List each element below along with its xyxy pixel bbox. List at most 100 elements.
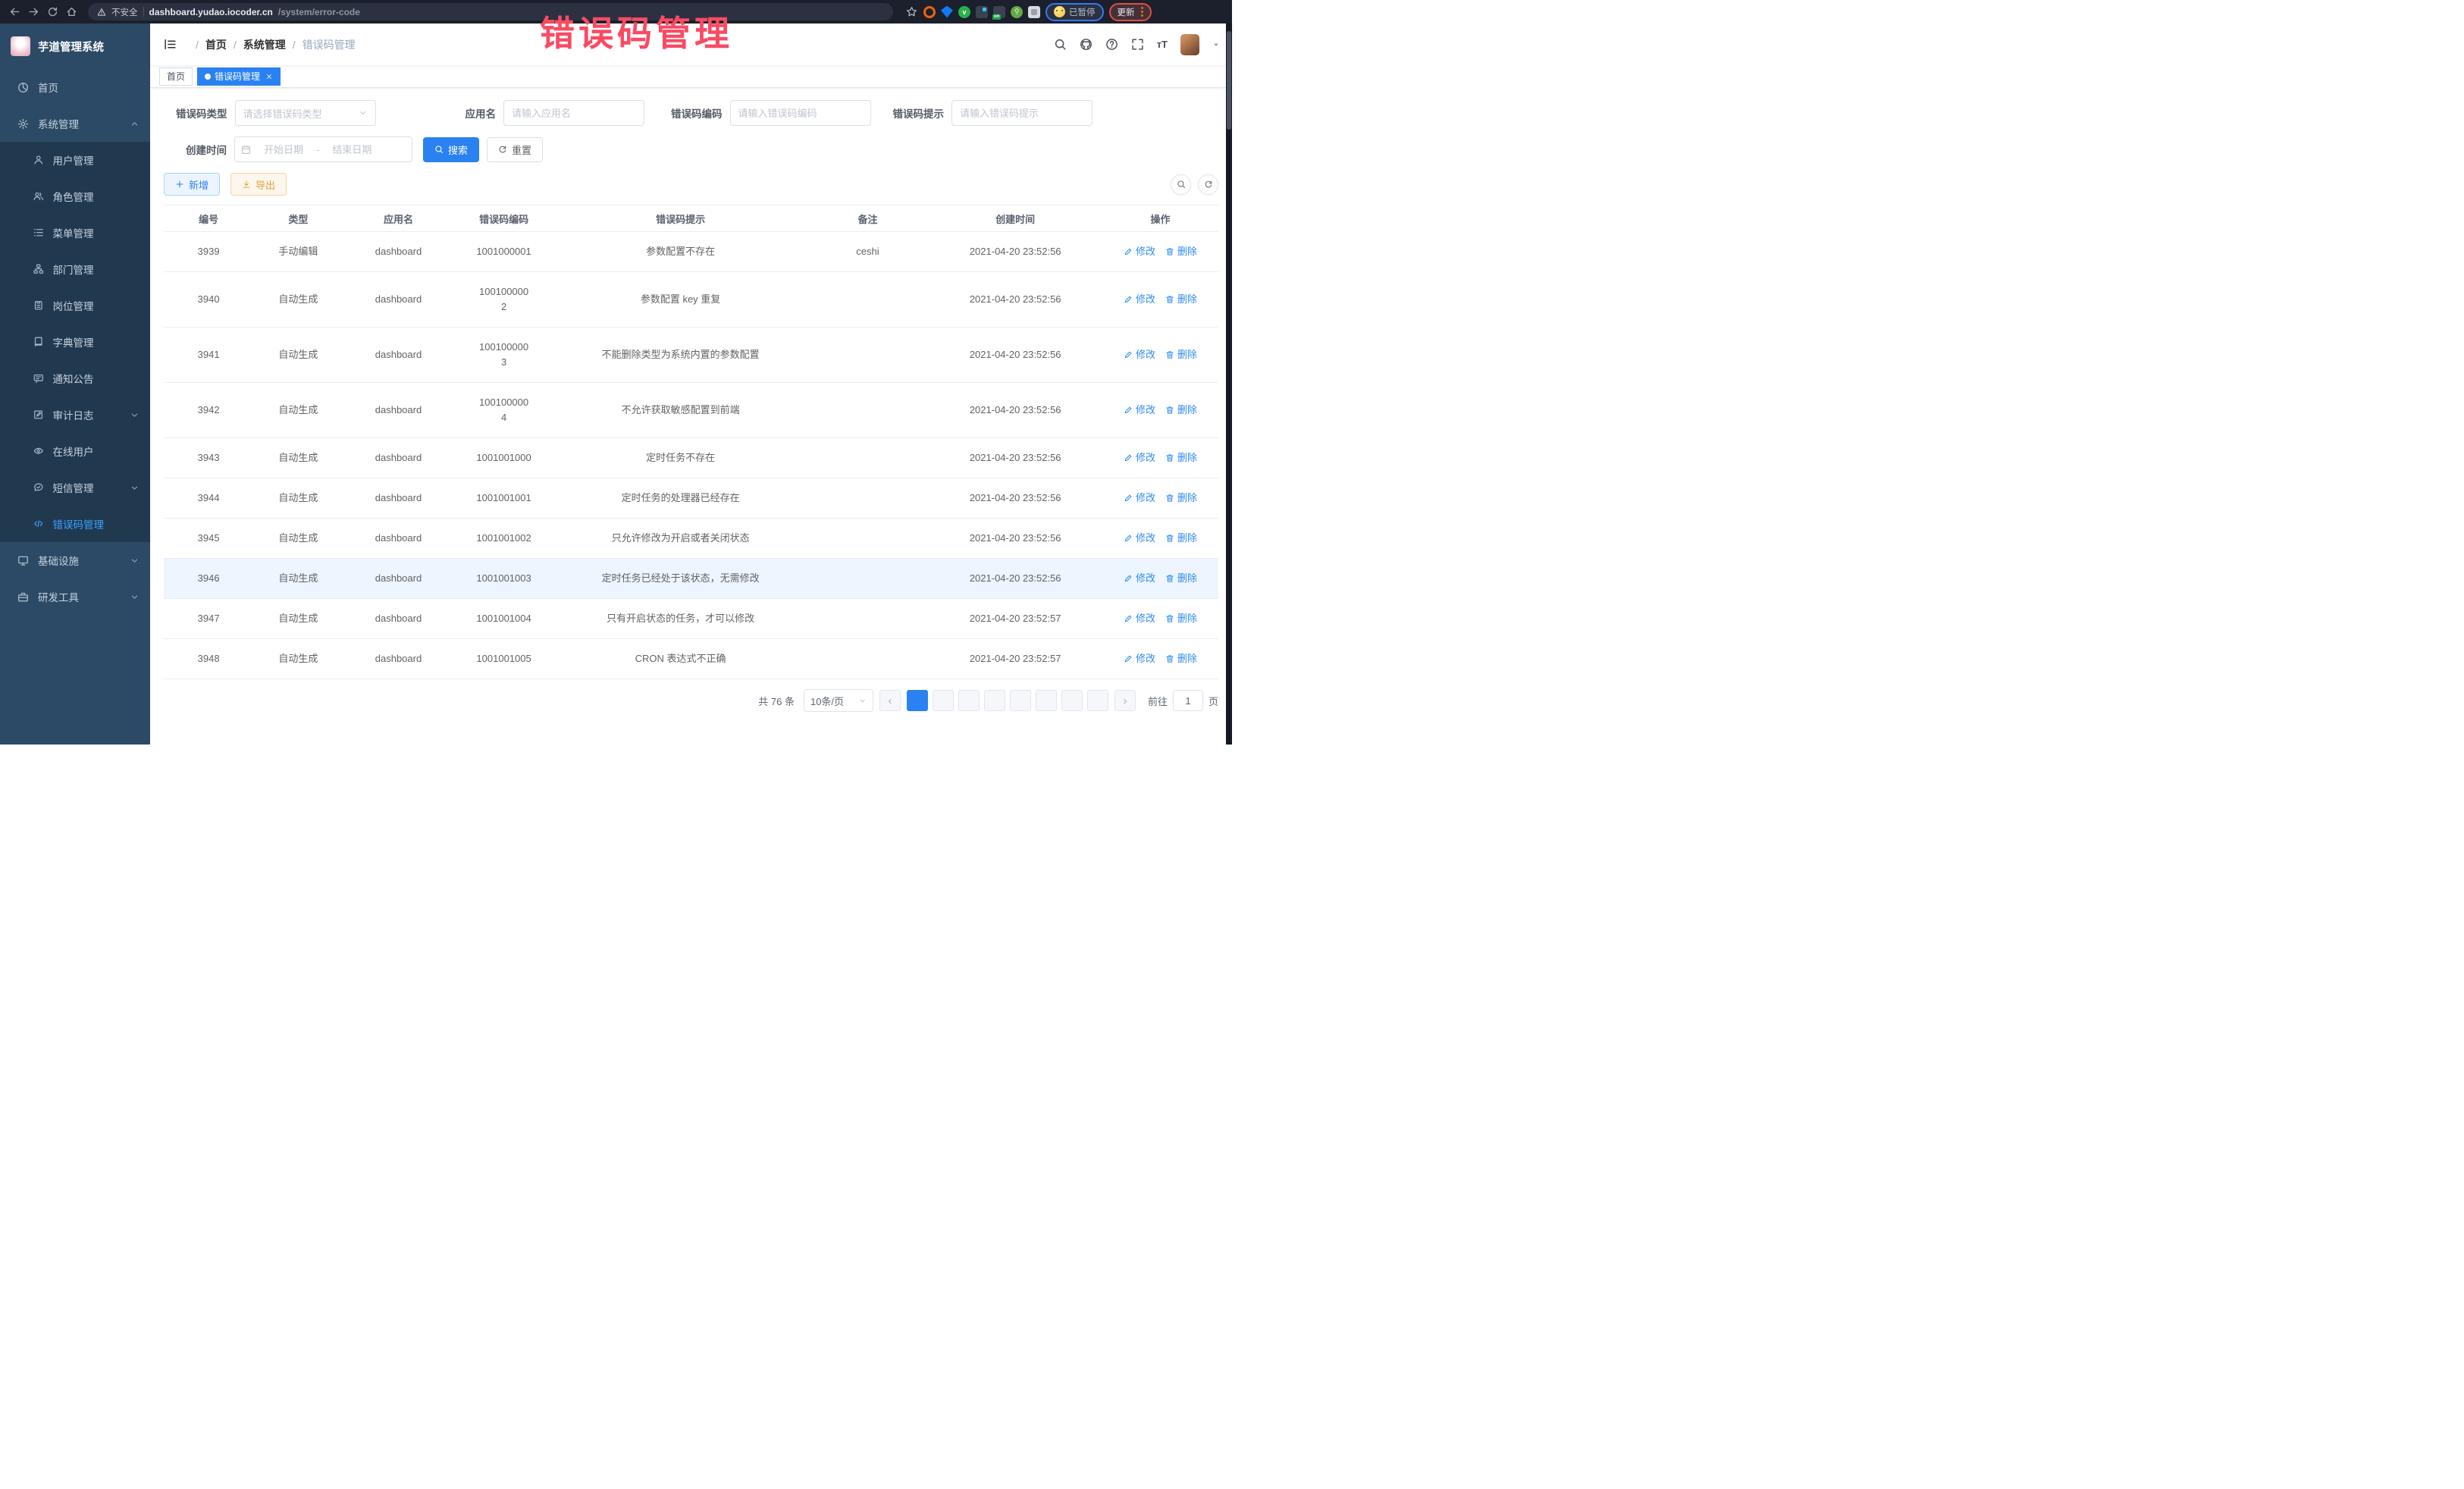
tag-close-icon[interactable]: [265, 73, 273, 80]
browser-forward-icon[interactable]: [27, 5, 40, 19]
edit-link[interactable]: 修改: [1124, 611, 1155, 626]
cell-msg: 不允许获取敏感配置到前端: [554, 383, 807, 438]
search-button[interactable]: 搜索: [423, 137, 479, 162]
collapse-sidebar-icon[interactable]: [164, 38, 177, 51]
page-button[interactable]: [933, 690, 954, 711]
security-label[interactable]: 不安全: [111, 6, 138, 18]
extension-icon-3[interactable]: v: [958, 6, 970, 18]
page-button[interactable]: [958, 690, 980, 711]
delete-link[interactable]: 删除: [1165, 651, 1197, 666]
delete-link[interactable]: 删除: [1165, 450, 1197, 466]
app-name-input[interactable]: [503, 100, 644, 126]
delete-link[interactable]: 删除: [1165, 531, 1197, 546]
delete-link[interactable]: 删除: [1165, 292, 1197, 307]
sidebar-item[interactable]: 基础设施: [0, 542, 150, 578]
add-button[interactable]: 新增: [164, 173, 220, 196]
edit-link[interactable]: 修改: [1124, 450, 1155, 466]
sidebar-item[interactable]: 字典管理: [0, 324, 150, 360]
user-avatar[interactable]: [1180, 34, 1199, 55]
edit-link[interactable]: 修改: [1124, 244, 1155, 259]
github-icon[interactable]: [1080, 38, 1092, 51]
extension-icon-1[interactable]: [923, 6, 936, 18]
create-time-label: 创建时间: [186, 142, 227, 157]
browser-reload-icon[interactable]: [45, 5, 59, 19]
eye-icon: [33, 446, 44, 456]
breadcrumb-item[interactable]: / 系统管理: [227, 37, 286, 52]
tag[interactable]: 错误码管理: [197, 67, 281, 86]
breadcrumb-item[interactable]: / 首页: [189, 37, 227, 52]
edit-link[interactable]: 修改: [1124, 292, 1155, 307]
date-range-picker[interactable]: -: [234, 136, 412, 162]
sidebar-item[interactable]: 系统管理: [0, 105, 150, 142]
goto-page-input[interactable]: [1173, 690, 1203, 711]
reset-button[interactable]: 重置: [487, 137, 543, 162]
sidebar-item[interactable]: 岗位管理: [0, 287, 150, 324]
navbar: / 首页 / 系统管理 / 错误码管理 ᴛT: [150, 24, 1232, 65]
page-button[interactable]: [1061, 690, 1083, 711]
error-code-input[interactable]: [730, 100, 871, 126]
edit-link[interactable]: 修改: [1124, 651, 1155, 666]
cell-msg: 参数配置不存在: [554, 232, 807, 272]
extension-icon-2[interactable]: [941, 6, 953, 18]
sidebar-item[interactable]: 部门管理: [0, 251, 150, 287]
delete-link[interactable]: 删除: [1165, 491, 1197, 506]
sidebar-item[interactable]: 短信管理: [0, 469, 150, 506]
font-size-icon[interactable]: ᴛT: [1157, 39, 1168, 50]
error-type-select[interactable]: 请选择错误码类型: [235, 100, 376, 126]
delete-link[interactable]: 删除: [1165, 347, 1197, 362]
extensions-puzzle-icon[interactable]: [1028, 6, 1040, 18]
delete-link[interactable]: 删除: [1165, 611, 1197, 626]
error-msg-input[interactable]: [951, 100, 1092, 126]
extension-icon-5[interactable]: on: [993, 6, 1005, 18]
sidebar-item[interactable]: 角色管理: [0, 178, 150, 215]
toolbox-icon: [17, 591, 29, 603]
sidebar-item-label: 错误码管理: [53, 516, 105, 531]
sidebar-item[interactable]: 菜单管理: [0, 215, 150, 251]
toggle-search-icon[interactable]: [1171, 174, 1191, 195]
page-button[interactable]: [984, 690, 1005, 711]
browser-back-icon[interactable]: [8, 5, 21, 19]
user-menu-caret-icon[interactable]: [1212, 41, 1220, 49]
address-bar[interactable]: 不安全 dashboard.yudao.iocoder.cn/system/er…: [88, 3, 893, 20]
export-button[interactable]: 导出: [230, 173, 287, 196]
sidebar-item[interactable]: 用户管理: [0, 142, 150, 178]
browser-update-chip[interactable]: 更新: [1109, 3, 1152, 21]
edit-link[interactable]: 修改: [1124, 491, 1155, 506]
scrollbar-thumb[interactable]: [1227, 31, 1231, 130]
prev-page-button[interactable]: ‹: [879, 690, 901, 711]
fullscreen-icon[interactable]: [1131, 38, 1144, 51]
sidebar-item[interactable]: 首页: [0, 69, 150, 105]
extension-icon-4[interactable]: [976, 6, 988, 18]
bookmark-star-icon[interactable]: [904, 5, 918, 19]
extension-icon-6[interactable]: ⚲: [1011, 6, 1023, 18]
delete-link[interactable]: 删除: [1165, 403, 1197, 418]
page-button[interactable]: [1036, 690, 1057, 711]
help-icon[interactable]: [1105, 38, 1118, 51]
page-size-select[interactable]: 10条/页: [804, 689, 873, 712]
browser-home-icon[interactable]: [64, 5, 78, 19]
tag[interactable]: 首页: [159, 67, 193, 86]
edit-link[interactable]: 修改: [1124, 403, 1155, 418]
sidebar-item[interactable]: 在线用户: [0, 433, 150, 469]
sidebar-item[interactable]: 审计日志: [0, 397, 150, 433]
refresh-table-icon[interactable]: [1198, 174, 1218, 195]
end-date-input[interactable]: [324, 144, 380, 155]
page-button[interactable]: [1087, 690, 1108, 711]
browser-scrollbar[interactable]: [1226, 24, 1232, 744]
sidebar-item[interactable]: 错误码管理: [0, 506, 150, 542]
start-date-input[interactable]: [255, 144, 312, 155]
sidebar-item[interactable]: 研发工具: [0, 578, 150, 615]
breadcrumb-item[interactable]: / 错误码管理: [286, 37, 356, 52]
edit-link[interactable]: 修改: [1124, 531, 1155, 546]
delete-link[interactable]: 删除: [1165, 244, 1197, 259]
delete-link[interactable]: 删除: [1165, 571, 1197, 586]
edit-link[interactable]: 修改: [1124, 347, 1155, 362]
next-page-button[interactable]: ›: [1114, 690, 1136, 711]
page-button[interactable]: [1010, 690, 1031, 711]
browser-menu-icon[interactable]: [1141, 7, 1143, 17]
page-button[interactable]: [907, 690, 928, 711]
search-icon[interactable]: [1054, 38, 1067, 51]
edit-link[interactable]: 修改: [1124, 571, 1155, 586]
sidebar-item[interactable]: 通知公告: [0, 360, 150, 397]
profile-chip[interactable]: 已暂停: [1045, 3, 1104, 21]
